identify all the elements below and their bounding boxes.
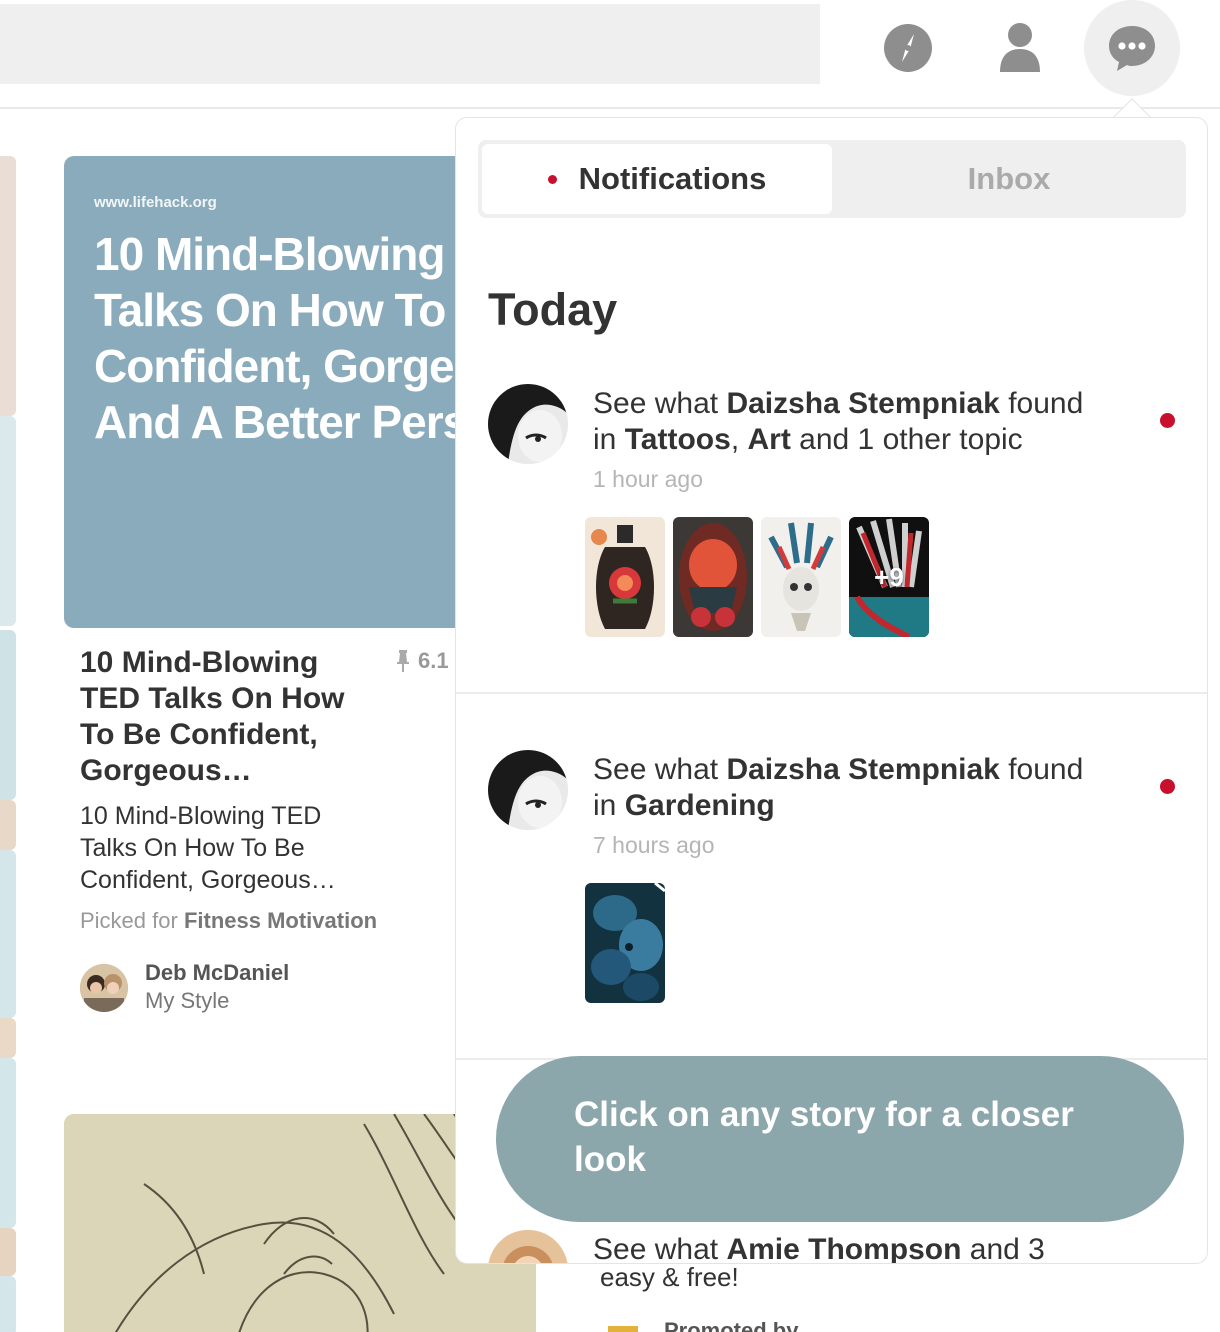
story-time: 1 hour ago [593, 466, 703, 492]
tab-notifications-label: Notifications [578, 161, 767, 196]
neighbor-pin-strip[interactable] [0, 416, 16, 626]
pushpin-icon [397, 650, 409, 672]
promoted-by-label: Promoted by [664, 1318, 799, 1332]
neighbor-pin-strip[interactable] [0, 1058, 16, 1228]
neighbor-pin-strip[interactable] [0, 1018, 16, 1058]
page: www.lifehack.org 10 Mind-Blowing TED Tal… [0, 0, 1220, 1332]
story-text: See what Amie Thompson and 3 [593, 1233, 1045, 1264]
story-thumbnail[interactable] [761, 517, 841, 637]
more-count: +9 [874, 561, 904, 592]
section-heading-today: Today [488, 284, 618, 335]
dropdown-tabs: Notifications Inbox [478, 140, 1186, 218]
story-thumbnail[interactable]: +9 [849, 517, 929, 637]
story-user: Daizsha Stempniak [726, 387, 1000, 420]
profile-button[interactable] [972, 0, 1068, 96]
story-divider [456, 692, 1207, 694]
pinner-name[interactable]: Deb McDaniel [145, 960, 289, 986]
story-thumbnail[interactable] [585, 517, 665, 637]
search-input[interactable] [0, 4, 820, 84]
tab-inbox-label: Inbox [967, 161, 1051, 196]
picked-for: Picked for Fitness Motivation [80, 908, 377, 934]
explore-button[interactable] [860, 0, 956, 96]
messages-icon [1109, 26, 1155, 71]
promoted-pin-text: easy & free! [600, 1262, 739, 1292]
neighbor-pin-strip[interactable] [0, 800, 16, 850]
story-thumbnail[interactable] [585, 883, 665, 1003]
pin-image-source: www.lifehack.org [94, 194, 217, 211]
messages-button[interactable] [1084, 0, 1180, 96]
tab-notifications[interactable]: Notifications [482, 144, 832, 214]
promoter-logo [608, 1326, 638, 1332]
story-user: Amie Thompson [726, 1233, 962, 1264]
avatar[interactable] [488, 384, 568, 464]
notification-story[interactable]: See what Amie Thompson and 3 [456, 1230, 1207, 1264]
story-topic: Tattoos [624, 423, 731, 456]
unread-indicator [547, 174, 557, 184]
tooltip-closer-look[interactable]: Click on any story for a closer look [496, 1056, 1184, 1222]
pin-description: 10 Mind-Blowing TED Talks On How To Be C… [80, 802, 336, 894]
header-divider [0, 107, 1220, 109]
story-user: Daizsha Stempniak [726, 753, 1000, 786]
story-time: 7 hours ago [593, 832, 715, 858]
avatar[interactable] [488, 1230, 568, 1263]
notification-story[interactable]: See what Daizsha Stempniak found in Tatto… [456, 384, 1207, 684]
profile-icon [1000, 23, 1040, 72]
avatar[interactable] [488, 750, 568, 830]
pinner-avatar[interactable] [80, 964, 128, 1012]
story-topic: Gardening [624, 789, 775, 822]
notification-story[interactable]: See what Daizsha Stempniak found in Garde… [456, 750, 1207, 1050]
neighbor-pin-strip[interactable] [0, 156, 16, 416]
story-topic: Art [747, 423, 791, 456]
story-text: See what Daizsha Stempniak found in Garde… [593, 753, 1084, 822]
neighbor-pin-strip[interactable] [0, 1276, 16, 1332]
compass-icon [884, 24, 932, 72]
neighbor-pin-strip[interactable] [0, 630, 16, 800]
pinner-board[interactable]: My Style [145, 988, 229, 1014]
story-thumbnail[interactable] [673, 517, 753, 637]
tab-inbox[interactable]: Inbox [834, 144, 1184, 214]
neighbor-pin-strip[interactable] [0, 1228, 16, 1276]
dropdown-caret [1112, 90, 1152, 120]
save-count-value: 6.1 [418, 648, 449, 673]
picked-topic[interactable]: Fitness Motivation [184, 908, 377, 933]
unread-dot [1160, 413, 1175, 428]
picked-prefix: Picked for [80, 908, 178, 933]
story-text: See what Daizsha Stempniak found in Tatto… [593, 387, 1084, 456]
pin-save-count: 6.1 [396, 648, 449, 674]
unread-dot [1160, 779, 1175, 794]
pin-title[interactable]: 10 Mind-Blowing TED Talks On How To Be C… [80, 645, 380, 789]
neighbor-pin-strip[interactable] [0, 850, 16, 1018]
